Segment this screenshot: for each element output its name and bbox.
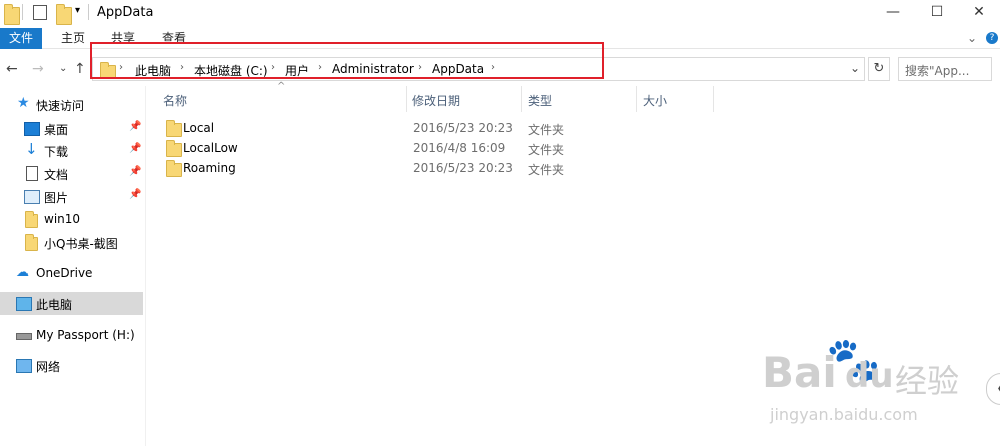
column-header-name[interactable]: 名称 [163, 92, 187, 109]
star-icon: ★ [17, 95, 30, 111]
nav-label: OneDrive [36, 266, 93, 280]
nav-documents[interactable]: 文档 📌 [0, 162, 143, 184]
nav-label: win10 [44, 212, 81, 226]
highlight-box [90, 42, 604, 79]
maximize-button[interactable]: ☐ [914, 0, 960, 24]
column-divider[interactable] [713, 86, 714, 112]
window-title: AppData [97, 5, 154, 20]
watermark-cn: 经验 [895, 362, 960, 400]
file-date: 2016/4/8 16:09 [413, 141, 506, 155]
file-date: 2016/5/23 20:23 [413, 161, 513, 175]
nav-label: 小Q书桌-截图 [44, 237, 118, 251]
file-row[interactable]: LocalLow 2016/4/8 16:09 文件夹 [160, 138, 630, 158]
nav-label: 快速访问 [36, 99, 85, 113]
file-row[interactable]: Local 2016/5/23 20:23 文件夹 [160, 118, 630, 138]
ribbon-expand-icon[interactable]: ⌄ [967, 28, 977, 49]
sort-arrow-icon: ^ [277, 81, 286, 92]
file-row[interactable]: Roaming 2016/5/23 20:23 文件夹 [160, 158, 630, 178]
file-name: LocalLow [183, 141, 238, 155]
pin-icon: 📌 [129, 121, 142, 132]
collapse-arrow-icon[interactable]: ❮ [986, 373, 1000, 405]
quick-access-dropdown-icon[interactable]: ▾ [75, 5, 80, 21]
tab-file[interactable]: 文件 [0, 28, 42, 49]
file-date: 2016/5/23 20:23 [413, 121, 513, 135]
computer-icon [16, 297, 32, 311]
column-divider[interactable] [521, 86, 522, 112]
new-folder-icon[interactable] [56, 4, 72, 25]
nav-pictures[interactable]: 图片 📌 [0, 185, 143, 207]
download-icon: ↓ [25, 140, 38, 158]
file-name: Local [183, 121, 215, 135]
nav-downloads[interactable]: ↓ 下载 📌 [0, 139, 143, 161]
up-button[interactable]: ↑ [74, 61, 86, 77]
folder-icon [25, 234, 38, 251]
nav-screenshot-folder[interactable]: 小Q书桌-截图 [0, 231, 143, 253]
divider [22, 4, 23, 20]
nav-onedrive[interactable]: ☁ OneDrive [0, 262, 143, 284]
nav-this-pc[interactable]: 此电脑 [0, 292, 143, 315]
nav-quick-access[interactable]: ★ 快速访问 [0, 93, 143, 115]
nav-label: 文档 [44, 168, 69, 182]
column-header-size[interactable]: 大小 [643, 92, 667, 109]
desktop-icon [24, 122, 40, 136]
folder-icon [166, 160, 182, 177]
nav-label: 下载 [44, 145, 69, 159]
column-header-date[interactable]: 修改日期 [412, 92, 460, 109]
title-bar: ▾ AppData — ☐ ✕ [0, 0, 1000, 25]
folder-icon [166, 140, 182, 157]
nav-win10[interactable]: win10 [0, 208, 143, 230]
close-button[interactable]: ✕ [956, 0, 1000, 24]
forward-button[interactable]: → [32, 61, 44, 77]
nav-label: 网络 [36, 360, 61, 374]
nav-label: 图片 [44, 191, 69, 205]
nav-label: My Passport (H:) [36, 328, 135, 342]
file-name: Roaming [183, 161, 236, 175]
refresh-button[interactable]: ↻ [868, 57, 890, 81]
column-divider[interactable] [636, 86, 637, 112]
column-divider[interactable] [406, 86, 407, 112]
tab-home[interactable]: 主页 [61, 28, 85, 49]
help-icon[interactable]: ? [986, 32, 998, 44]
file-type: 文件夹 [528, 143, 565, 157]
address-dropdown-icon[interactable]: ⌄ [850, 61, 860, 75]
nav-label: 桌面 [44, 123, 69, 137]
nav-label: 此电脑 [36, 298, 73, 312]
navigation-pane: ★ 快速访问 桌面 📌 ↓ 下载 📌 文档 📌 图片 📌 win10 小Q书桌-… [0, 86, 146, 446]
search-placeholder: 搜索"App... [905, 64, 970, 78]
divider [88, 4, 89, 20]
column-header-type[interactable]: 类型 [528, 92, 552, 109]
document-icon [26, 166, 38, 181]
nav-my-passport[interactable]: My Passport (H:) [0, 324, 143, 346]
recent-locations-button[interactable]: ⌄ [59, 63, 67, 74]
picture-icon [24, 190, 40, 204]
pin-icon: 📌 [129, 189, 142, 200]
cloud-icon: ☁ [16, 265, 29, 280]
drive-icon [16, 333, 32, 340]
pin-icon: 📌 [129, 143, 142, 154]
search-input[interactable]: 搜索"App... [898, 57, 992, 81]
back-button[interactable]: ← [6, 61, 18, 77]
nav-desktop[interactable]: 桌面 📌 [0, 117, 143, 139]
properties-icon[interactable] [33, 5, 47, 20]
file-type: 文件夹 [528, 123, 565, 137]
file-type: 文件夹 [528, 163, 565, 177]
nav-network[interactable]: 网络 [0, 354, 143, 376]
watermark-url: jingyan.baidu.com [770, 405, 918, 424]
network-icon [16, 359, 32, 373]
folder-icon [4, 4, 20, 25]
pin-icon: 📌 [129, 166, 142, 177]
folder-icon [25, 211, 38, 228]
watermark-brand-suffix: du [845, 356, 894, 396]
folder-icon [166, 120, 182, 137]
minimize-button[interactable]: — [870, 0, 916, 24]
